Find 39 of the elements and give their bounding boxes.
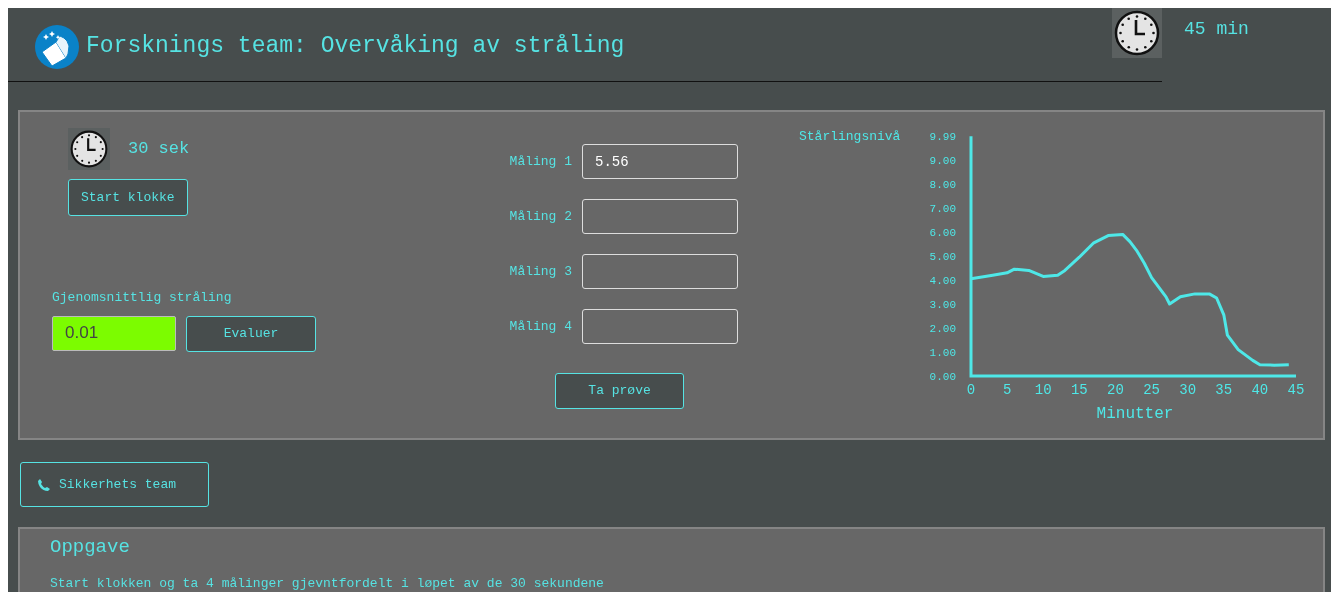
x-tick-label: 40 <box>1251 382 1269 398</box>
x-tick-label: 0 <box>966 382 976 398</box>
x-tick-label: 20 <box>1107 382 1124 398</box>
task-title: Oppgave <box>50 535 131 560</box>
y-tick-label: 7.00 <box>929 203 956 215</box>
y-tick-label: 2.00 <box>929 323 956 335</box>
y-tick-label: 9.00 <box>929 155 956 167</box>
y-tick-label: 4.00 <box>929 275 956 287</box>
average-field[interactable]: 0.01 <box>52 315 176 351</box>
start-clock-button[interactable]: Start klokke <box>68 179 188 216</box>
average-label: Gjenomsnittlig stråling <box>52 289 233 307</box>
timer-text: 30 sek <box>128 138 190 161</box>
x-tick-label: 10 <box>1034 382 1052 398</box>
timer-text: 45 min <box>1184 18 1249 41</box>
measurement-label: Måling 2 <box>509 207 572 226</box>
x-tick-label: 25 <box>1143 382 1160 398</box>
x-tick-label: 15 <box>1070 382 1088 398</box>
y-tick-label: 3.00 <box>929 299 956 311</box>
measurement-label: Måling 4 <box>509 317 572 336</box>
x-tick-label: 5 <box>1002 382 1012 398</box>
y-tick-label: 0.00 <box>929 371 956 383</box>
safety-team-button[interactable]: Sikkerhets team <box>20 462 209 507</box>
evaluate-button[interactable]: Evaluer <box>186 315 316 352</box>
measurement-label: Måling 1 <box>509 152 572 171</box>
measurement-label: Måling 3 <box>509 262 572 281</box>
y-axis-label: Stårlingsnivå <box>799 129 901 145</box>
y-tick-label: 6.00 <box>929 227 956 239</box>
y-tick-label: 9.99 <box>929 131 956 144</box>
y-tick-label: 5.00 <box>929 251 956 263</box>
take-sample-button[interactable]: Ta prøve <box>555 373 685 409</box>
x-axis-label: Minutter <box>1096 405 1174 423</box>
task-text: Start klokken og ta 4 målinger gjevntfordelt i løpet av de 30 sekundene <box>50 574 605 592</box>
page-title: Forsknings team: Overvåking av stråling <box>86 32 625 61</box>
x-tick-label: 30 <box>1179 382 1197 398</box>
y-tick-label: 1.00 <box>929 347 956 359</box>
x-tick-label: 35 <box>1215 382 1233 398</box>
x-tick-label: 45 <box>1287 382 1305 398</box>
y-tick-label: 8.00 <box>929 179 956 191</box>
measurement-field[interactable]: 5.56 <box>582 144 738 179</box>
